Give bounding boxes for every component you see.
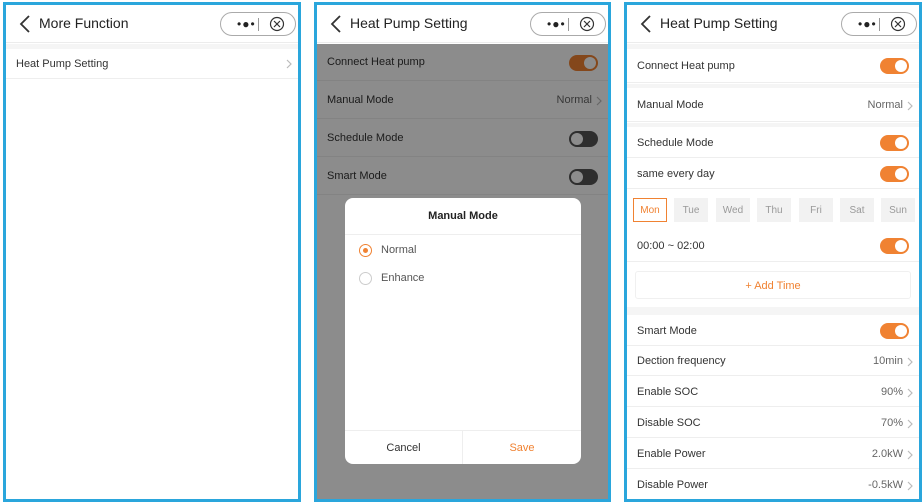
menu-item-label: Heat Pump Setting xyxy=(16,58,109,70)
option-label: Enhance xyxy=(381,272,425,284)
enable-power-value: 2.0kW xyxy=(871,448,903,460)
screen-heat-pump-setting: Heat Pump Setting •●• Connect Heat pump … xyxy=(624,2,922,502)
row-smart-mode: Smart Mode xyxy=(627,315,919,346)
row-label: Connect Heat pump xyxy=(637,60,735,72)
row-label: Enable SOC xyxy=(637,386,699,398)
time-slot-label: 00:00 ~ 02:00 xyxy=(637,240,705,252)
row-label: same every day xyxy=(637,168,715,180)
row-connect-heat-pump: Connect Heat pump xyxy=(627,49,919,83)
smart-mode-toggle[interactable] xyxy=(880,323,909,339)
page-title: Heat Pump Setting xyxy=(350,15,468,31)
close-circle-icon[interactable] xyxy=(579,16,595,32)
chevron-right-icon xyxy=(286,59,292,69)
enable-soc-value: 90% xyxy=(880,386,903,398)
add-time-button[interactable]: + Add Time xyxy=(635,271,911,299)
back-arrow-icon[interactable] xyxy=(329,14,343,34)
toggle-knob xyxy=(895,240,907,252)
more-options-icon[interactable]: •●• xyxy=(237,17,256,31)
row-disable-soc[interactable]: Disable SOC 70% xyxy=(627,408,919,438)
row-manual-mode[interactable]: Manual Mode Normal xyxy=(627,88,919,122)
screen-more-function: More Function •●• Heat Pump Setting xyxy=(3,2,301,502)
day-sat[interactable]: Sat xyxy=(840,198,874,222)
day-tue[interactable]: Tue xyxy=(674,198,708,222)
page-title: Heat Pump Setting xyxy=(660,15,778,31)
row-schedule-mode: Schedule Mode xyxy=(627,127,919,158)
chevron-right-icon xyxy=(907,419,913,429)
back-arrow-icon[interactable] xyxy=(18,14,32,34)
row-disable-power[interactable]: Disable Power -0.5kW xyxy=(627,470,919,499)
more-options-icon[interactable]: •●• xyxy=(547,17,566,31)
page-title: More Function xyxy=(39,15,129,31)
mini-program-capsule: •●• xyxy=(530,12,606,36)
cancel-button[interactable]: Cancel xyxy=(345,431,463,464)
nav-header: More Function •●• xyxy=(6,5,298,43)
nav-header: Heat Pump Setting •●• xyxy=(627,5,919,43)
back-arrow-icon[interactable] xyxy=(639,14,653,34)
row-same-every-day: same every day xyxy=(627,158,919,189)
chevron-right-icon xyxy=(907,481,913,491)
chevron-right-icon xyxy=(907,357,913,367)
day-fri[interactable]: Fri xyxy=(799,198,833,222)
toggle-knob xyxy=(895,137,907,149)
row-label: Disable SOC xyxy=(637,417,701,429)
detection-frequency-value: 10min xyxy=(873,355,903,367)
more-options-icon[interactable]: •●• xyxy=(858,17,877,31)
section-gap xyxy=(627,307,919,315)
row-label: Manual Mode xyxy=(637,99,704,111)
row-label: Smart Mode xyxy=(637,325,697,337)
screen-heat-pump-modal: Heat Pump Setting •●• Connect Heat pump … xyxy=(314,2,611,502)
row-label: Disable Power xyxy=(637,479,708,491)
day-wed[interactable]: Wed xyxy=(716,198,750,222)
disable-power-value: -0.5kW xyxy=(868,479,903,491)
mini-program-capsule: •●• xyxy=(220,12,296,36)
capsule-divider xyxy=(258,18,259,31)
capsule-divider xyxy=(879,18,880,31)
toggle-knob xyxy=(895,60,907,72)
disable-soc-value: 70% xyxy=(880,417,903,429)
time-slot-toggle[interactable] xyxy=(880,238,909,254)
mini-program-capsule: •●• xyxy=(841,12,917,36)
row-detection-frequency[interactable]: Dection frequency 10min xyxy=(627,346,919,376)
dialog-footer: Cancel Save xyxy=(345,430,581,464)
capsule-divider xyxy=(568,18,569,31)
toggle-knob xyxy=(895,168,907,180)
day-mon[interactable]: Mon xyxy=(633,198,667,222)
chevron-right-icon xyxy=(907,101,913,111)
nav-header: Heat Pump Setting •●• xyxy=(317,5,608,43)
row-label: Dection frequency xyxy=(637,355,726,367)
save-button[interactable]: Save xyxy=(463,431,581,464)
row-label: Schedule Mode xyxy=(637,137,714,149)
schedule-mode-toggle[interactable] xyxy=(880,135,909,151)
close-circle-icon[interactable] xyxy=(269,16,285,32)
divider xyxy=(345,234,581,235)
menu-item-heat-pump-setting[interactable]: Heat Pump Setting xyxy=(6,49,298,79)
radio-unselected-icon xyxy=(359,272,372,285)
day-thu[interactable]: Thu xyxy=(757,198,791,222)
chevron-right-icon xyxy=(907,388,913,398)
chevron-right-icon xyxy=(907,450,913,460)
manual-mode-value: Normal xyxy=(867,99,903,111)
weekday-selector: Mon Tue Wed Thu Fri Sat Sun xyxy=(633,198,917,224)
toggle-knob xyxy=(895,325,907,337)
row-time-slot[interactable]: 00:00 ~ 02:00 xyxy=(627,230,919,262)
dialog-title: Manual Mode xyxy=(428,210,498,222)
radio-selected-icon xyxy=(359,244,372,257)
same-every-day-toggle[interactable] xyxy=(880,166,909,182)
option-label: Normal xyxy=(381,244,417,256)
close-circle-icon[interactable] xyxy=(890,16,906,32)
manual-mode-dialog: Manual Mode Normal Enhance Cancel Save xyxy=(345,198,581,464)
row-enable-soc[interactable]: Enable SOC 90% xyxy=(627,377,919,407)
row-label: Enable Power xyxy=(637,448,706,460)
connect-heat-pump-toggle[interactable] xyxy=(880,58,909,74)
row-enable-power[interactable]: Enable Power 2.0kW xyxy=(627,439,919,469)
day-sun[interactable]: Sun xyxy=(881,198,915,222)
